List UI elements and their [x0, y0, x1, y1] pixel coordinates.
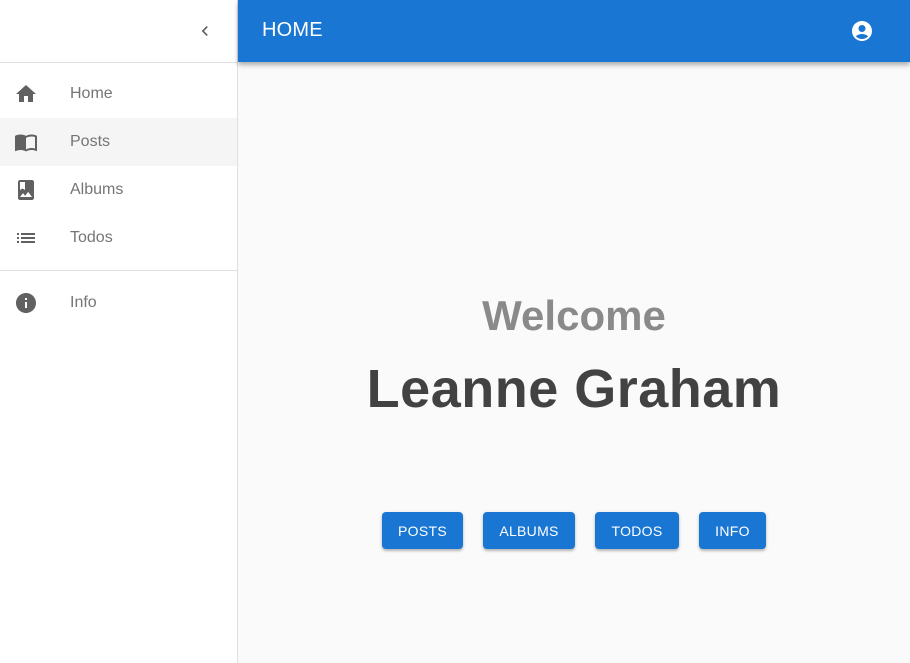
main-content: Welcome Leanne Graham POSTS ALBUMS TODOS… — [238, 62, 910, 663]
info-icon — [14, 291, 38, 315]
sidebar-item-info[interactable]: Info — [0, 279, 237, 327]
sidebar-item-label: Info — [70, 294, 97, 311]
welcome-heading: Welcome — [482, 292, 666, 339]
home-icon — [14, 82, 38, 106]
sidebar-drawer: Home Posts Albums Todos Info — [0, 0, 238, 663]
todos-button[interactable]: TODOS — [595, 512, 679, 549]
sidebar-divider — [0, 270, 237, 271]
sidebar-item-label: Todos — [70, 229, 113, 246]
sidebar-item-label: Home — [70, 85, 113, 102]
collapse-sidebar-button[interactable] — [191, 17, 219, 45]
page-title: HOME — [262, 19, 323, 41]
sidebar-item-albums[interactable]: Albums — [0, 166, 237, 214]
albums-button[interactable]: ALBUMS — [483, 512, 575, 549]
sidebar-item-todos[interactable]: Todos — [0, 214, 237, 262]
chevron-left-icon — [201, 26, 208, 36]
photo-album-icon — [14, 178, 38, 202]
sidebar-item-home[interactable]: Home — [0, 70, 237, 118]
app-root: Home Posts Albums Todos Info HOME Welcom… — [0, 0, 910, 663]
info-button[interactable]: INFO — [699, 512, 766, 549]
user-name-heading: Leanne Graham — [366, 359, 782, 419]
sidebar-nav-list: Home Posts Albums Todos Info — [0, 63, 237, 327]
posts-button[interactable]: POSTS — [382, 512, 463, 549]
app-bar: HOME — [238, 0, 910, 62]
account-circle-icon — [852, 21, 872, 41]
sidebar-item-posts[interactable]: Posts — [0, 118, 237, 166]
sidebar-header — [0, 0, 237, 63]
book-open-icon — [14, 130, 38, 154]
sidebar-item-label: Posts — [70, 133, 111, 150]
account-button[interactable] — [848, 17, 876, 45]
sidebar-item-label: Albums — [70, 181, 124, 198]
list-icon — [14, 226, 38, 250]
